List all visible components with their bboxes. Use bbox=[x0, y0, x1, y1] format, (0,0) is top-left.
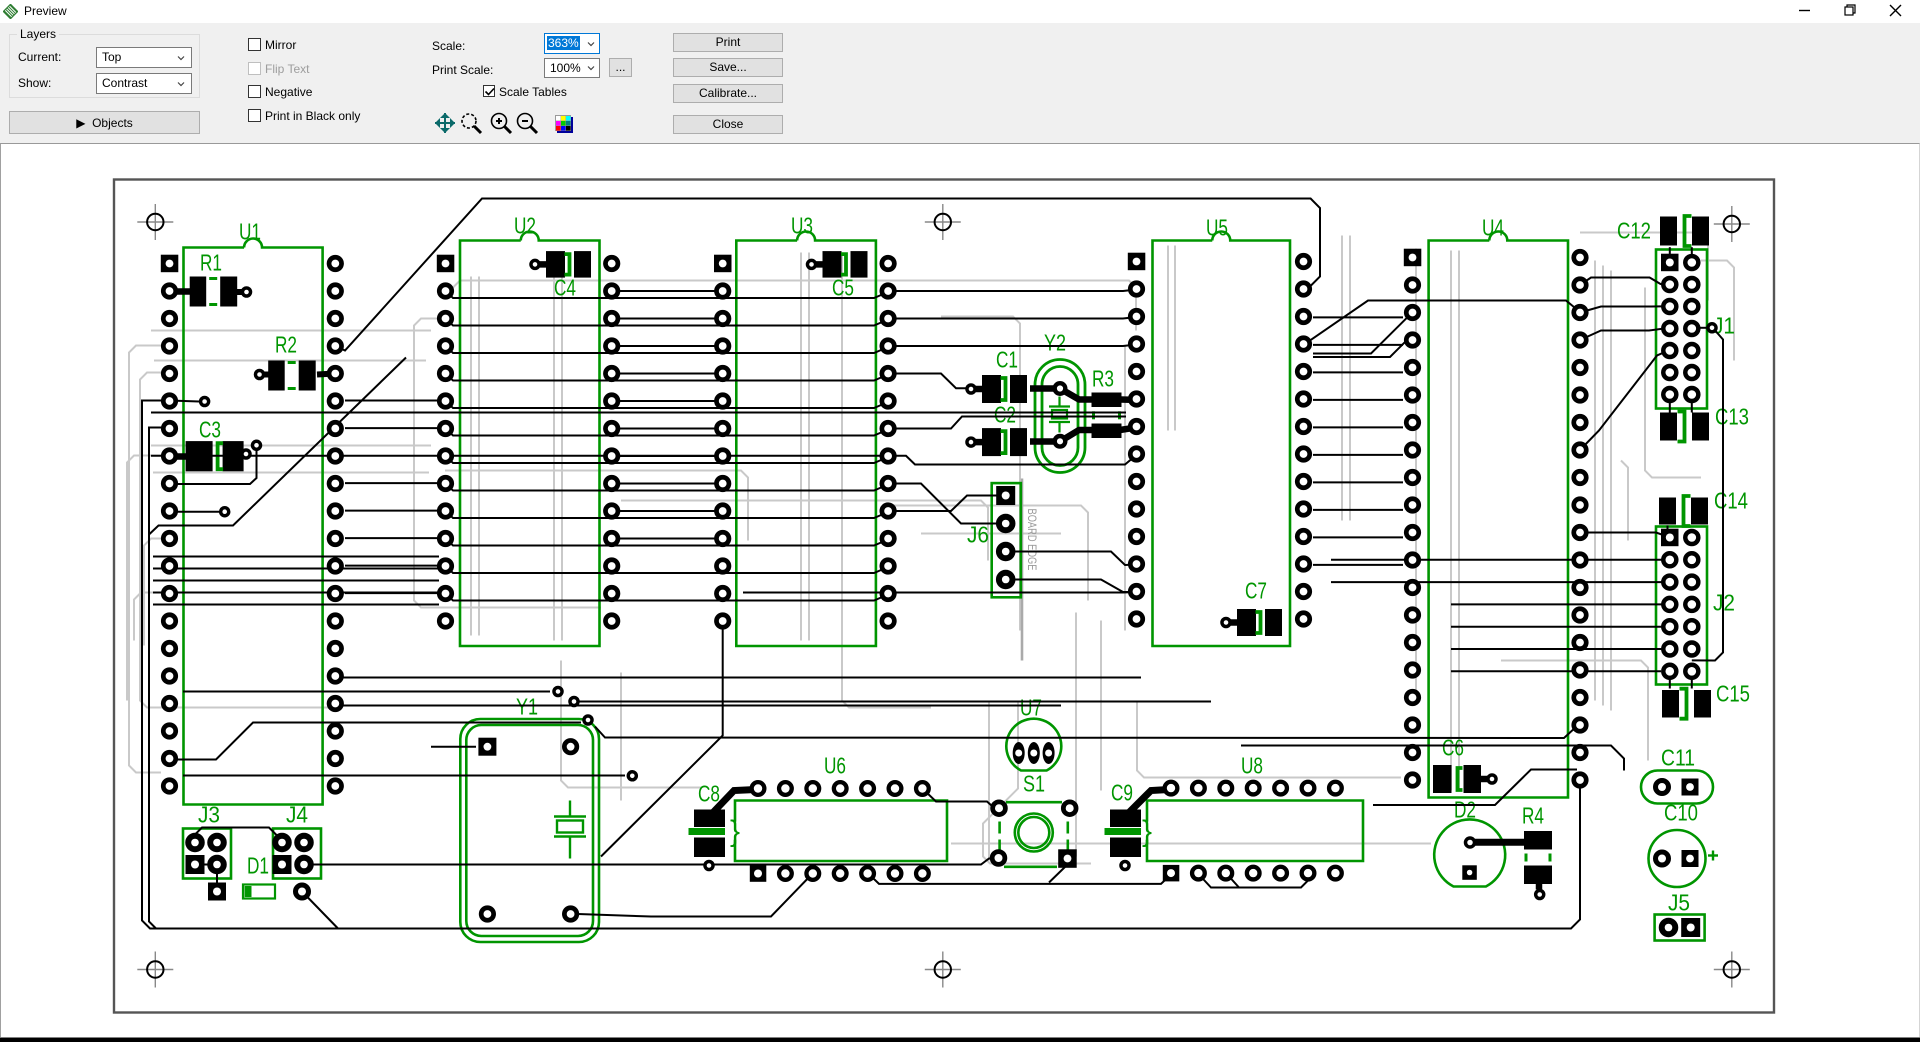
svg-text:C9: C9 bbox=[1111, 780, 1133, 806]
svg-text:C13: C13 bbox=[1715, 404, 1749, 430]
svg-text:U4: U4 bbox=[1482, 215, 1504, 241]
svg-text:R2: R2 bbox=[275, 332, 297, 358]
svg-text:C1: C1 bbox=[996, 347, 1018, 373]
svg-text:C10: C10 bbox=[1664, 800, 1698, 826]
svg-text:J6: J6 bbox=[967, 522, 989, 548]
svg-text:}: } bbox=[1142, 815, 1152, 848]
svg-text:C7: C7 bbox=[1245, 578, 1267, 604]
svg-text:U6: U6 bbox=[824, 753, 846, 779]
svg-text:Y2: Y2 bbox=[1044, 330, 1066, 356]
svg-text:BOARD EDGE: BOARD EDGE bbox=[1025, 509, 1037, 571]
svg-text:U2: U2 bbox=[514, 213, 536, 239]
svg-text:C5: C5 bbox=[832, 275, 854, 301]
svg-text:C11: C11 bbox=[1661, 745, 1695, 771]
svg-text:C4: C4 bbox=[554, 275, 576, 301]
svg-text:R1: R1 bbox=[200, 250, 222, 276]
svg-text:U7: U7 bbox=[1020, 695, 1042, 721]
svg-text:R3: R3 bbox=[1092, 366, 1114, 392]
svg-text:}: } bbox=[730, 815, 740, 848]
svg-text:C14: C14 bbox=[1714, 488, 1748, 514]
svg-text:D1: D1 bbox=[247, 853, 269, 879]
svg-text:U1: U1 bbox=[239, 219, 261, 245]
svg-text:S1: S1 bbox=[1023, 771, 1045, 797]
svg-text:R4: R4 bbox=[1522, 803, 1544, 829]
svg-text:C8: C8 bbox=[698, 781, 720, 807]
svg-text:J4: J4 bbox=[286, 802, 308, 828]
svg-text:U8: U8 bbox=[1241, 753, 1263, 779]
svg-text:U3: U3 bbox=[791, 213, 813, 239]
svg-text:C15: C15 bbox=[1716, 681, 1750, 707]
svg-text:J5: J5 bbox=[1668, 890, 1690, 916]
svg-text:U5: U5 bbox=[1206, 215, 1228, 241]
svg-text:C3: C3 bbox=[199, 417, 221, 443]
svg-text:C12: C12 bbox=[1617, 218, 1651, 244]
svg-text:D2: D2 bbox=[1454, 797, 1476, 823]
svg-text:J3: J3 bbox=[198, 802, 220, 828]
svg-text:C2: C2 bbox=[994, 402, 1016, 428]
